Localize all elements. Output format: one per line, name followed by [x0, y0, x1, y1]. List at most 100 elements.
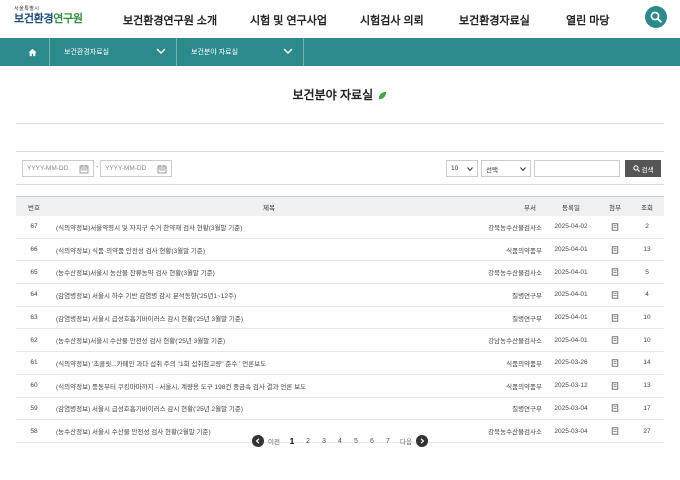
table-row[interactable]: 59 (감염병정보) 서울시 급성호흡기바이러스 감시 현황('25년 2월말 … — [16, 398, 664, 421]
nav-item-about[interactable]: 보건환경연구원 소개 — [123, 12, 217, 28]
row-views: 13 — [643, 382, 651, 390]
row-date: 2025-03-04 — [554, 404, 588, 412]
next-page-button[interactable] — [415, 435, 428, 447]
row-views: 10 — [643, 336, 651, 344]
row-no: 61 — [30, 359, 38, 367]
home-icon — [28, 48, 37, 56]
table-row[interactable]: 65 (농수산정보)서울시 농산물 잔류농약 검사 현황(3월말 기준) 강북농… — [16, 261, 664, 285]
table-row[interactable]: 62 (농수산정보)서울시 수산물 안전성 검사 현황('25년 3월말 기준)… — [16, 329, 664, 353]
row-title-link[interactable]: (농수산정보)서울시 수산물 안전성 검사 현황('25년 3월말 기준) — [52, 335, 486, 345]
row-title-link[interactable]: (감염병정보) 서울시 급성호흡기바이러스 감시 현황('25년 2월말 기준) — [52, 403, 486, 413]
start-date-input[interactable]: YYYY-MM-DD — [22, 160, 94, 177]
prev-page-label[interactable]: 이전 — [268, 436, 280, 446]
nav-item-test-request[interactable]: 시험검사 의뢰 — [360, 12, 424, 28]
search-type-select[interactable]: 선택 — [481, 160, 531, 177]
row-date: 2025-04-01 — [554, 336, 588, 344]
row-views: 17 — [643, 404, 651, 412]
row-date: 2025-04-01 — [554, 314, 588, 322]
end-date-placeholder: YYYY-MM-DD — [105, 165, 147, 172]
table-row[interactable]: 64 (감염병정보) 서울시 하수 기반 감염병 감시 분석동향('25년1~1… — [16, 284, 664, 307]
table-header: 번호 제목 부서 등록일 첨부 조회 — [16, 196, 664, 216]
row-attachment[interactable] — [600, 291, 630, 299]
row-title-link[interactable]: (식의약정보) '초콜릿...카페인 과다 섭취 주의 "1회 섭취참고량" 준… — [52, 358, 486, 368]
header-views: 조회 — [641, 204, 653, 212]
row-title-link[interactable]: (식의약정보)서울약령시 및 자치구 수거 한약재 검사 현황(3월말 기준) — [52, 222, 486, 232]
row-attachment[interactable] — [600, 223, 630, 231]
document-icon — [611, 223, 619, 231]
page-link-6[interactable]: 6 — [364, 438, 380, 445]
page-size-select[interactable]: 10 — [446, 160, 478, 177]
row-dept: 식품의약품부 — [506, 247, 542, 255]
header-no: 번호 — [28, 204, 40, 212]
row-no: 60 — [30, 382, 38, 390]
nav-item-open-forum[interactable]: 열린 마당 — [566, 12, 610, 28]
search-icon — [650, 11, 662, 23]
breadcrumb-level1-label: 보건환경자료실 — [64, 49, 110, 56]
row-attachment[interactable] — [600, 382, 630, 390]
breadcrumb: 보건환경자료실 보건분야 자료실 — [0, 38, 680, 66]
document-icon — [611, 313, 619, 322]
chevron-down-icon — [520, 167, 526, 172]
nav-item-archive[interactable]: 보건환경자료실 — [459, 12, 530, 28]
search-button[interactable]: 검색 — [625, 160, 661, 177]
breadcrumb-level2-label: 보건분야 자료실 — [191, 49, 239, 56]
header-search-button[interactable] — [645, 6, 667, 28]
row-dept: 질병연구부 — [512, 315, 542, 323]
start-date-placeholder: YYYY-MM-DD — [27, 165, 69, 172]
search-icon — [632, 165, 640, 172]
row-attachment[interactable] — [600, 336, 630, 344]
row-no: 64 — [30, 291, 38, 299]
row-title-link[interactable]: (감염병정보) 서울시 하수 기반 감염병 감시 분석동향('25년1~12주) — [52, 290, 486, 300]
row-attachment[interactable] — [600, 245, 630, 254]
row-title-link[interactable]: (식의약정보) 식품·의약품 안전성 검사 현황(3월말 기준) — [52, 245, 486, 255]
table-row[interactable]: 63 (감염병정보) 서울시 급성호흡기바이러스 감시 현황('25년 3월말 … — [16, 307, 664, 330]
row-title-link[interactable]: (식의약정보) 풍동부터 쿠킹마마까지 - 서울시, 계량용 도구 198건 중… — [52, 381, 486, 391]
nav-item-research[interactable]: 시험 및 연구사업 — [250, 12, 327, 28]
page-link-4[interactable]: 4 — [332, 438, 348, 445]
row-no: 58 — [30, 427, 38, 435]
row-attachment[interactable] — [600, 359, 630, 367]
table-row[interactable]: 67 (식의약정보)서울약령시 및 자치구 수거 한약재 검사 현황(3월말 기… — [16, 216, 664, 239]
end-date-input[interactable]: YYYY-MM-DD — [100, 160, 172, 177]
row-date: 2025-04-02 — [554, 223, 588, 231]
home-button[interactable] — [16, 38, 50, 66]
row-title-link[interactable]: (감염병정보) 서울시 급성호흡기바이러스 감시 현황('25년 3월말 기준) — [52, 313, 486, 323]
document-icon — [611, 291, 619, 299]
page-link-7[interactable]: 7 — [380, 438, 396, 445]
calendar-icon[interactable] — [157, 164, 167, 174]
prev-page-button[interactable] — [252, 435, 265, 447]
page-link-1[interactable]: 1 — [284, 437, 300, 446]
row-title-link[interactable]: (농수산정보)서울시 농산물 잔류농약 검사 현황(3월말 기준) — [52, 267, 486, 277]
table-body: 67 (식의약정보)서울약령시 및 자치구 수거 한약재 검사 현황(3월말 기… — [16, 216, 664, 443]
row-attachment[interactable] — [600, 268, 630, 276]
calendar-icon[interactable] — [79, 164, 89, 174]
header-dept: 부서 — [524, 204, 536, 212]
pagination: 이전 1 2 3 4 5 6 7 다음 — [0, 435, 680, 447]
leaf-icon — [379, 91, 387, 100]
row-no: 66 — [30, 246, 38, 254]
row-date: 2025-03-26 — [554, 359, 588, 367]
row-attachment[interactable] — [600, 427, 630, 435]
document-icon — [611, 268, 619, 276]
table-row[interactable]: 66 (식의약정보) 식품·의약품 안전성 검사 현황(3월말 기준) 식품의약… — [16, 239, 664, 262]
breadcrumb-level1-dropdown[interactable]: 보건환경자료실 — [50, 38, 177, 66]
next-page-label[interactable]: 다음 — [400, 436, 412, 446]
document-icon — [611, 404, 619, 412]
page-link-2[interactable]: 2 — [300, 438, 316, 445]
header-date: 등록일 — [562, 204, 580, 212]
logo-subtitle: 서울특별시 — [14, 6, 40, 12]
row-attachment[interactable] — [600, 404, 630, 412]
row-views: 27 — [643, 427, 651, 435]
table-row[interactable]: 61 (식의약정보) '초콜릿...카페인 과다 섭취 주의 "1회 섭취참고량… — [16, 352, 664, 375]
site-logo[interactable]: 서울특별시 보건환경연구원 — [14, 6, 83, 26]
breadcrumb-level2-dropdown[interactable]: 보건분야 자료실 — [177, 38, 304, 66]
page-link-3[interactable]: 3 — [316, 438, 332, 445]
row-attachment[interactable] — [600, 313, 630, 322]
document-icon — [611, 382, 619, 390]
row-no: 67 — [30, 223, 38, 231]
page-link-5[interactable]: 5 — [348, 438, 364, 445]
chevron-down-icon — [467, 167, 473, 172]
table-row[interactable]: 60 (식의약정보) 풍동부터 쿠킹마마까지 - 서울시, 계량용 도구 198… — [16, 375, 664, 398]
keyword-input[interactable] — [534, 160, 620, 177]
search-type-value: 선택 — [486, 166, 498, 174]
